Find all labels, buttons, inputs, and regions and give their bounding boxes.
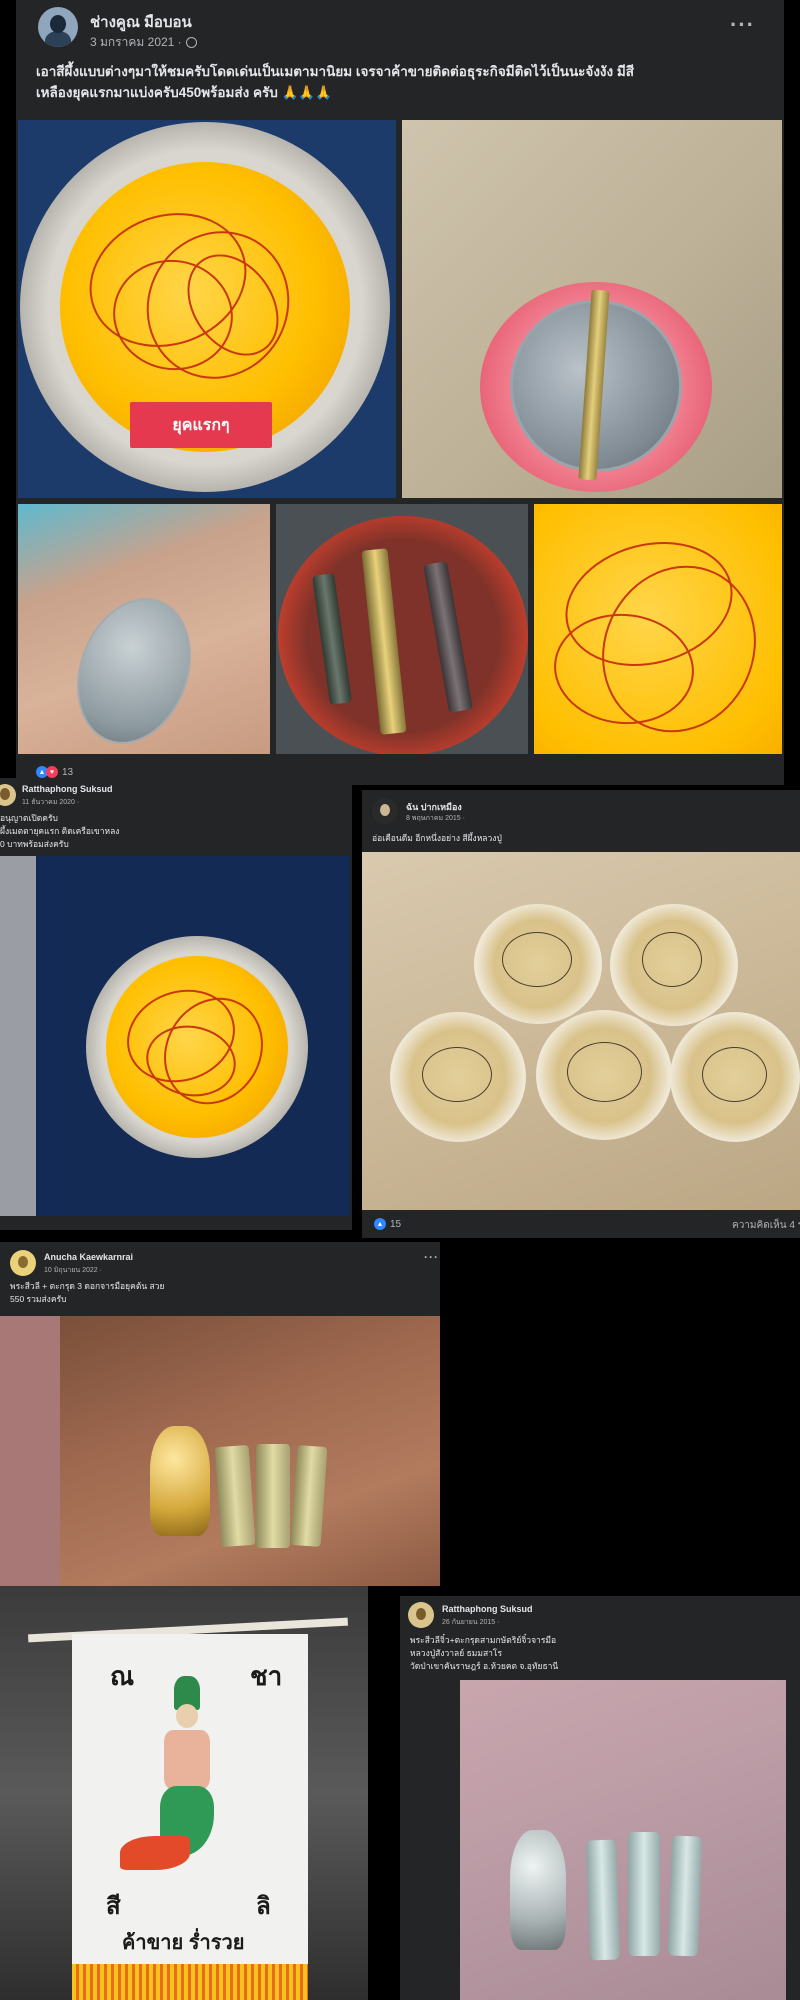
post-text-line-2: ผึ้งเมตตายุคแรก ติดเครือเขาหลง [0, 826, 120, 837]
photo-yellow-wax-jar[interactable]: ยุคแรกๆ [18, 120, 396, 498]
comment-count[interactable]: ความคิดเห็น 4 ร [732, 1218, 800, 1233]
side-pink-panel [0, 1316, 60, 1586]
photo-yellow-wax-jar-repost[interactable] [36, 856, 350, 1216]
post-text-line-1: พระสีวลีจิ๋ว+ตะกรุดสามกษัตริย์จิ๋วจารมือ [410, 1635, 557, 1645]
reaction-count: 15 [390, 1218, 402, 1230]
post-text: พระสีวลีจิ๋ว+ตะกรุดสามกษัตริย์จิ๋วจารมือ… [410, 1634, 558, 1674]
post-date[interactable]: 8 พฤษภาคม 2015 · [406, 813, 465, 824]
author-avatar[interactable] [372, 798, 398, 824]
photo-pink-lid-coin[interactable] [402, 120, 782, 498]
photo-background [460, 1680, 786, 2000]
flag-text-top-left: ณ [110, 1661, 135, 1691]
post-date[interactable]: 26 กันยายน 2015 · [442, 1617, 499, 1628]
reaction-summary[interactable]: ▲ ♥ 13 [36, 766, 73, 778]
post-date[interactable]: 3 มกราคม 2021 · [90, 33, 197, 52]
glass-takrut [585, 1839, 621, 1961]
post-text: อนุญาตเปิดครับ ผึ้งเมตตายุคแรก ติดเครือเ… [0, 812, 119, 852]
reaction-count: 13 [62, 766, 74, 778]
post-text: พระสีวลี + ตะกรุด 3 ดอกจารมือยุคต้น สวย … [10, 1280, 164, 1306]
author-avatar[interactable] [408, 1602, 434, 1628]
silver-sivali-figurine [510, 1830, 566, 1950]
author-avatar[interactable] [10, 1250, 36, 1276]
post-text-line-2: เหลืองยุคแรกมาแบ่งครับ450พร้อมส่ง ครับ 🙏… [36, 84, 333, 100]
thread [567, 1042, 642, 1102]
author-name[interactable]: Ratthaphong Suksud [22, 784, 113, 794]
photo-silver-sivali-tubes[interactable] [460, 1680, 786, 2000]
photo-yellow-wax-closeup[interactable] [534, 504, 782, 754]
takrut-brass [214, 1444, 256, 1548]
author-name[interactable]: Ratthaphong Suksud [442, 1604, 533, 1614]
post-menu-button[interactable]: ··· [730, 12, 755, 38]
post-text-line-3: 0 บาทพร้อมส่งครับ [0, 839, 69, 850]
photo-mermaid-flag[interactable]: ณ ชา สี ลิ ค้าขาย ร่ำรวย [0, 1586, 368, 2000]
thread [502, 932, 572, 987]
post-text-line-1: พระสีวลี + ตะกรุด 3 ดอกจารมือยุคต้น สวย [10, 1281, 165, 1291]
reaction-summary[interactable]: ▲ 15 [374, 1218, 401, 1230]
photo-hand-sivali-takruts[interactable] [60, 1316, 440, 1586]
author-avatar[interactable] [38, 7, 78, 47]
gold-sivali-figurine [150, 1426, 210, 1536]
thread [642, 932, 702, 987]
comment-count-text: ความคิดเห็น 4 ร [732, 1220, 800, 1231]
author-name[interactable]: ช่างคูณ มือบอน [90, 10, 192, 34]
photo-background [60, 1316, 440, 1586]
post-menu-button[interactable]: ··· [424, 1250, 439, 1264]
glass-takrut [667, 1835, 703, 1957]
thread [422, 1047, 492, 1102]
glass-takrut [628, 1832, 660, 1956]
flag-fringe [72, 1964, 308, 2000]
post-text-line-1: เอาสีผึ้งแบบต่างๆมาให้ชมครับโดดเด่นเป็นเ… [36, 64, 634, 79]
flag-text-mid-left: สี [106, 1893, 121, 1920]
post-text-line-2: 550 รวมส่งครับ [10, 1294, 67, 1305]
left-gray-strip [0, 856, 36, 1216]
photo-hand-amulet[interactable] [18, 504, 270, 754]
post-text-line-3: วัดป่าเขาคันราษฎร์ อ.ห้วยคต จ.อุทัยธานี [410, 1661, 559, 1672]
photo-five-wax-jars[interactable] [362, 852, 800, 1210]
takrut-brass [256, 1444, 290, 1548]
post-text-line-2: หลวงปู่สังวาลย์ ธมมสาโร [410, 1648, 503, 1659]
photo-label-tag: ยุคแรกๆ [130, 402, 272, 448]
post-text-line-1: อนุญาตเปิดครับ [0, 813, 58, 823]
post-text: เอาสีผึ้งแบบต่างๆมาให้ชมครับโดดเด่นเป็นเ… [36, 62, 634, 104]
mermaid-figure [120, 1676, 222, 1876]
post-date[interactable]: 11 ธันวาคม 2020 · [22, 797, 79, 808]
author-name[interactable]: Anucha Kaewkarnrai [44, 1252, 133, 1262]
flag-text-mid-right: ลิ [256, 1893, 271, 1920]
flag-text-top-right: ชา [250, 1661, 283, 1691]
post-date-text: 3 มกราคม 2021 · [90, 35, 182, 49]
thread [702, 1047, 767, 1102]
post-date[interactable]: 10 มิถุนายน 2022 · [44, 1265, 102, 1276]
author-name[interactable]: ฉัน ปากเหมือง [406, 800, 462, 814]
post-text: อ่อเคือนดีม อีกหนึ่งอย่าง สีผึ้งหลวงปู่ [372, 833, 502, 843]
love-reaction-icon: ♥ [46, 766, 58, 778]
flag-caption: ค้าขาย ร่ำรวย [122, 1932, 245, 1954]
like-reaction-icon: ▲ [374, 1218, 386, 1230]
globe-icon [185, 37, 197, 48]
photo-red-bowl-takruts[interactable] [276, 504, 528, 754]
